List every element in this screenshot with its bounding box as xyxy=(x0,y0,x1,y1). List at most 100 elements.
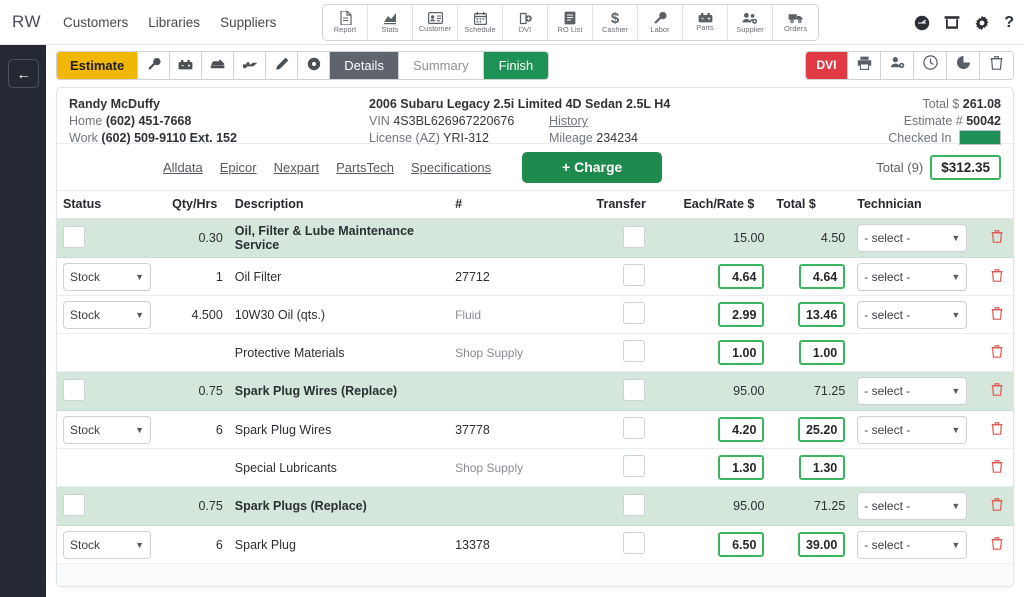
link-partstech[interactable]: PartsTech xyxy=(336,160,394,175)
toolbar-button-dvi[interactable]: DVI xyxy=(503,5,548,40)
service-checkbox[interactable] xyxy=(63,493,85,516)
total-input[interactable]: 25.20 xyxy=(797,417,846,442)
rate-input[interactable]: 1.00 xyxy=(718,340,765,365)
delete-estimate-button[interactable] xyxy=(980,51,1013,79)
total-input[interactable]: 1.00 xyxy=(799,340,846,365)
history-button[interactable] xyxy=(914,51,947,79)
toolbar-button-schedule[interactable]: Schedule xyxy=(458,5,503,40)
cell-description[interactable]: Spark Plug xyxy=(228,525,450,564)
vehicle-title[interactable]: 2006 Subaru Legacy 2.5i Limited 4D Sedan… xyxy=(369,96,816,113)
dvi-button[interactable]: DVI xyxy=(806,51,848,79)
print-button[interactable] xyxy=(848,51,881,79)
mode-button-battery[interactable] xyxy=(170,51,203,79)
technician-select[interactable]: - select - ▼ xyxy=(857,262,968,291)
customer-name[interactable]: Randy McDuffy xyxy=(69,96,369,113)
service-checkbox[interactable] xyxy=(63,225,85,248)
service-checkbox[interactable] xyxy=(63,378,85,401)
rate-input[interactable]: 4.20 xyxy=(718,417,765,442)
link-nexpart[interactable]: Nexpart xyxy=(274,160,320,175)
mode-button-oil-can[interactable] xyxy=(234,51,267,79)
toolbar-button-supplier[interactable]: Supplier xyxy=(728,5,773,40)
technician-select[interactable]: - select - ▼ xyxy=(857,224,968,252)
line-total-value[interactable]: $312.35 xyxy=(930,154,1001,180)
settings-gear-icon[interactable] xyxy=(974,15,990,31)
toolbar-button-cashier[interactable]: $ Cashier xyxy=(593,5,638,40)
technician-select[interactable]: - select - ▼ xyxy=(857,300,968,329)
link-epicor[interactable]: Epicor xyxy=(220,160,257,175)
delete-row-icon[interactable] xyxy=(991,498,1003,514)
delete-row-icon[interactable] xyxy=(991,306,1003,323)
transfer-checkbox[interactable] xyxy=(623,264,645,286)
cell-description[interactable]: Spark Plug Wires (Replace) xyxy=(228,371,450,411)
cell-description[interactable]: Oil, Filter & Lube Maintenance Service xyxy=(228,218,450,258)
delete-row-icon[interactable] xyxy=(991,268,1003,285)
back-button[interactable]: ← xyxy=(8,59,39,88)
toolbar-button-labor[interactable]: Labor xyxy=(638,5,683,40)
nav-item-customers[interactable]: Customers xyxy=(63,15,128,30)
tab-summary[interactable]: Summary xyxy=(398,51,484,79)
delete-row-icon[interactable] xyxy=(991,383,1003,399)
status-select[interactable]: Stock ▼ xyxy=(63,530,151,559)
transfer-checkbox[interactable] xyxy=(623,302,645,324)
mode-button-pen[interactable] xyxy=(266,51,299,79)
total-input[interactable]: 1.30 xyxy=(799,455,846,480)
toolbar-button-ro-list[interactable]: RO List xyxy=(548,5,593,40)
rate-input[interactable]: 1.30 xyxy=(718,455,765,480)
shop-store-icon[interactable] xyxy=(944,15,960,30)
add-charge-button[interactable]: + Charge xyxy=(522,151,663,183)
dashboard-gauge-icon[interactable] xyxy=(914,15,930,31)
transfer-checkbox[interactable] xyxy=(623,493,645,516)
rate-input[interactable]: 6.50 xyxy=(718,532,765,557)
estimate-tab[interactable]: Estimate xyxy=(57,51,139,79)
chart-button[interactable] xyxy=(947,51,980,79)
mode-button-car-repair[interactable] xyxy=(202,51,235,79)
total-input[interactable]: 4.64 xyxy=(799,264,846,289)
nav-item-libraries[interactable]: Libraries xyxy=(148,15,200,30)
transfer-checkbox[interactable] xyxy=(623,417,645,439)
transfer-checkbox[interactable] xyxy=(623,455,645,477)
transfer-checkbox[interactable] xyxy=(623,225,645,248)
delete-row-icon[interactable] xyxy=(991,459,1003,476)
status-select[interactable]: Stock ▼ xyxy=(63,300,151,329)
delete-row-icon[interactable] xyxy=(991,230,1003,246)
toolbar-button-report[interactable]: Report xyxy=(323,5,368,40)
cell-description[interactable]: Protective Materials xyxy=(228,333,450,372)
assign-user-button[interactable] xyxy=(881,51,914,79)
brand-logo[interactable]: RW xyxy=(12,12,41,32)
toolbar-button-stats[interactable]: Stats xyxy=(368,5,413,40)
transfer-checkbox[interactable] xyxy=(623,340,645,362)
cell-description[interactable]: Spark Plugs (Replace) xyxy=(228,486,450,526)
technician-select[interactable]: - select - ▼ xyxy=(857,415,968,444)
help-question-icon[interactable]: ? xyxy=(1004,14,1014,32)
status-select[interactable]: Stock ▼ xyxy=(63,415,151,444)
transfer-checkbox[interactable] xyxy=(623,532,645,554)
delete-row-icon[interactable] xyxy=(991,536,1003,553)
tab-finish[interactable]: Finish xyxy=(483,51,549,79)
toolbar-button-parts[interactable]: Parts xyxy=(683,5,728,40)
rate-input[interactable]: 2.99 xyxy=(718,302,765,327)
cell-description[interactable]: 10W30 Oil (qts.) xyxy=(228,295,450,334)
nav-item-suppliers[interactable]: Suppliers xyxy=(220,15,276,30)
toolbar-button-customer[interactable]: Customer xyxy=(413,5,458,40)
total-input[interactable]: 13.46 xyxy=(797,302,846,327)
mode-button-wrench[interactable] xyxy=(138,51,171,79)
history-link[interactable]: History xyxy=(549,113,588,130)
tab-details[interactable]: Details xyxy=(330,51,399,79)
toolbar-button-orders[interactable]: Orders xyxy=(773,5,818,40)
rate-input[interactable]: 4.64 xyxy=(718,264,765,289)
cell-description[interactable]: Oil Filter xyxy=(228,257,450,296)
status-badge[interactable] xyxy=(959,130,1001,145)
link-alldata[interactable]: Alldata xyxy=(163,160,203,175)
cell-description[interactable]: Spark Plug Wires xyxy=(228,410,450,449)
delete-row-icon[interactable] xyxy=(991,421,1003,438)
technician-select[interactable]: - select - ▼ xyxy=(857,492,968,520)
delete-row-icon[interactable] xyxy=(991,344,1003,361)
transfer-checkbox[interactable] xyxy=(623,378,645,401)
technician-select[interactable]: - select - ▼ xyxy=(857,530,968,559)
technician-select[interactable]: - select - ▼ xyxy=(857,377,968,405)
mode-button-circle-dot[interactable] xyxy=(298,51,331,79)
status-select[interactable]: Stock ▼ xyxy=(63,262,151,291)
total-input[interactable]: 39.00 xyxy=(797,532,846,557)
cell-description[interactable]: Special Lubricants xyxy=(228,448,450,487)
link-specifications[interactable]: Specifications xyxy=(411,160,491,175)
